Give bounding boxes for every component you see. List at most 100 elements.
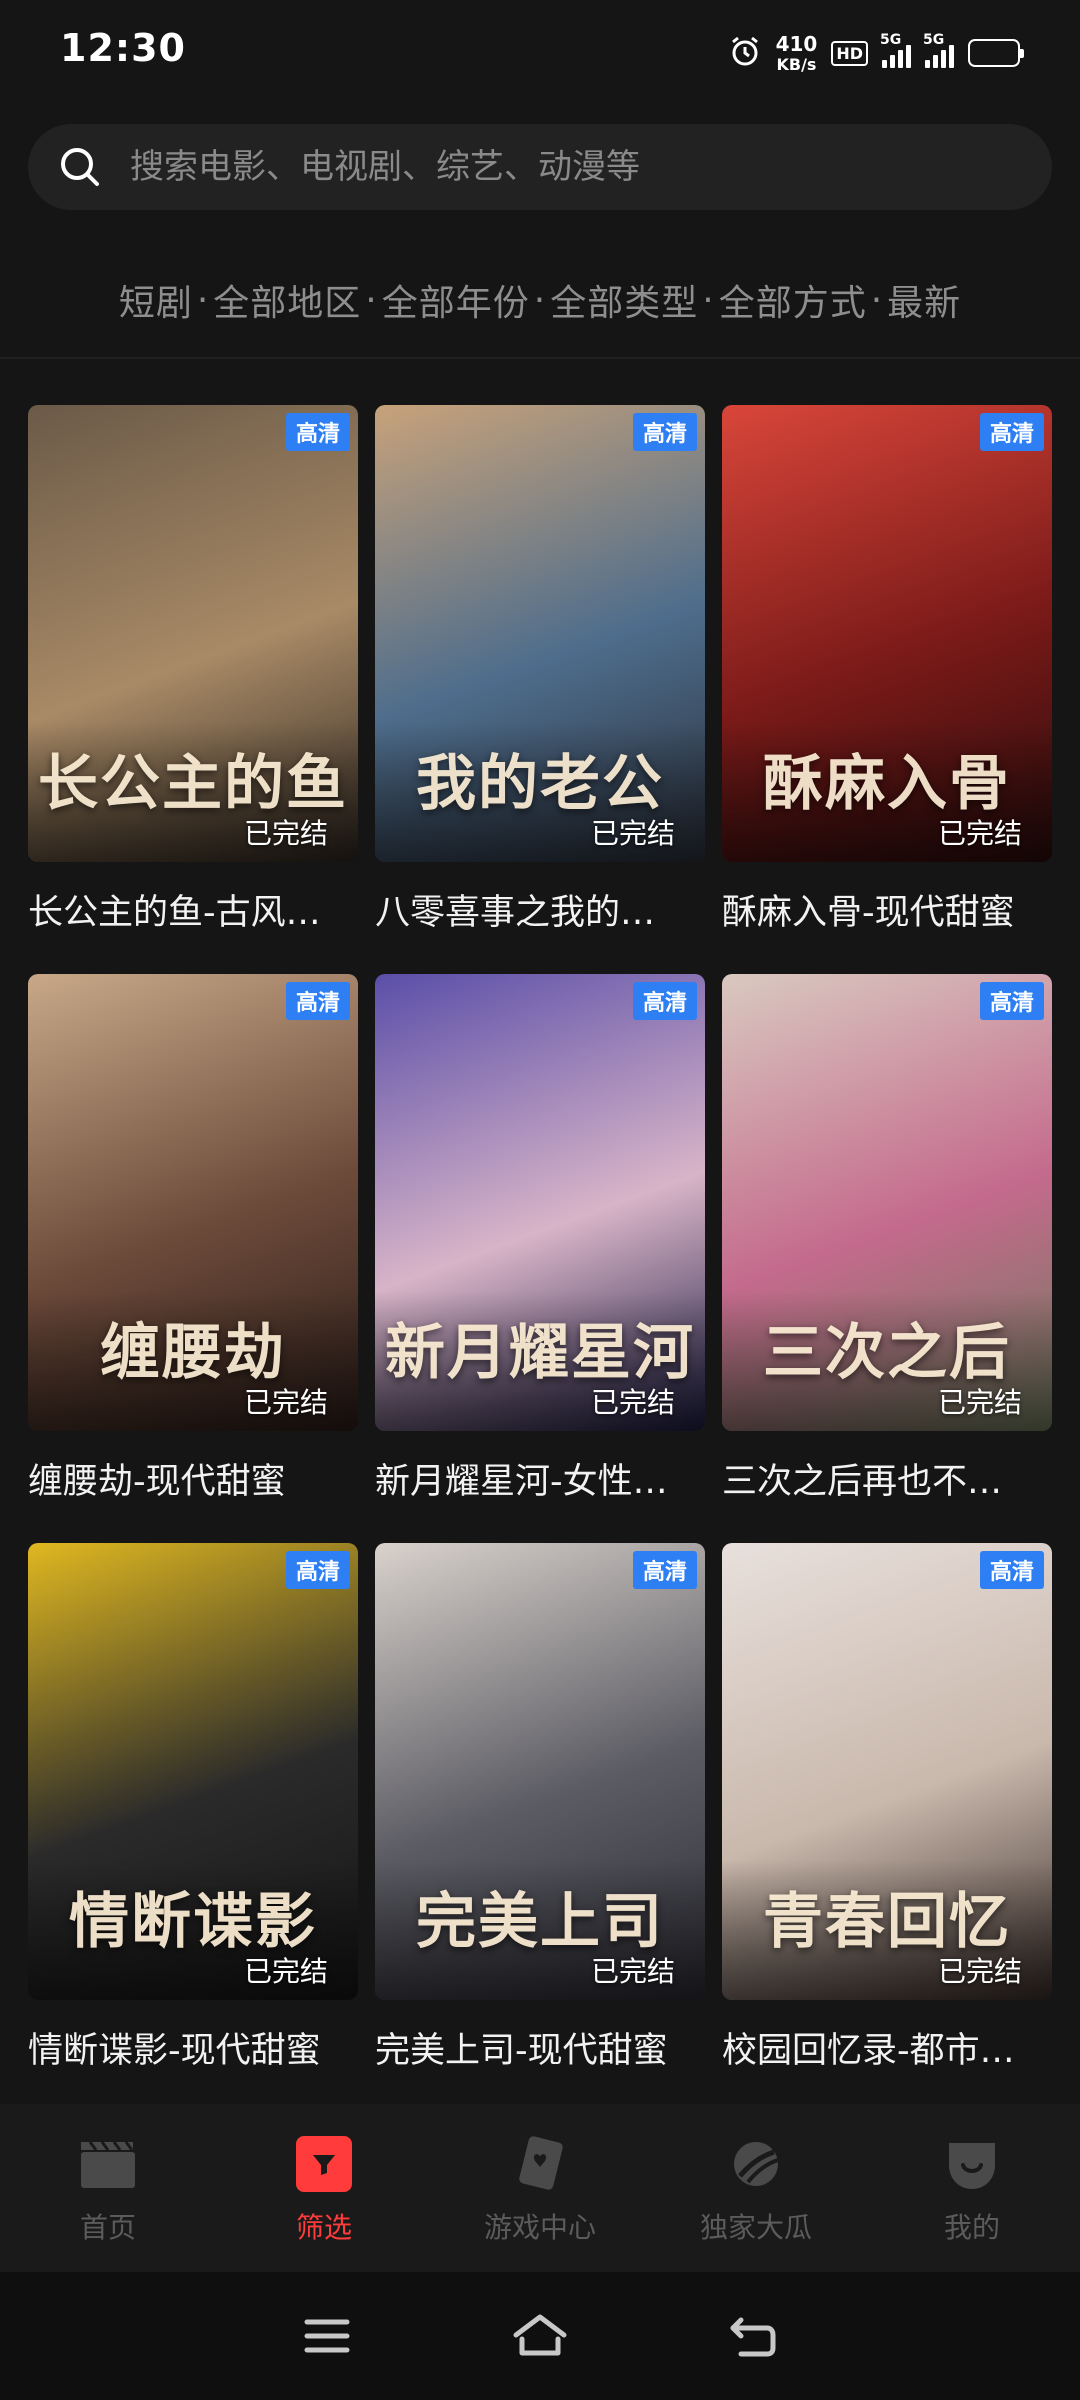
filter-separator: · bbox=[365, 279, 378, 321]
card-title[interactable]: 八零喜事之我的… bbox=[375, 884, 705, 935]
poster-title-art: 长公主的鱼 bbox=[38, 749, 348, 819]
poster-image[interactable]: 缠腰劫 高清 已完结 bbox=[28, 974, 358, 1431]
drama-card[interactable]: 情断谍影 高清 已完结 情断谍影-现代甜蜜 bbox=[28, 1543, 358, 2071]
nav-label: 筛选 bbox=[295, 2211, 352, 2244]
signal-icon-sim2: 5G bbox=[923, 32, 954, 68]
nav-exclusive-gossip[interactable]: 独家大瓜 bbox=[648, 2104, 864, 2272]
drama-card[interactable]: 三次之后 高清 已完结 三次之后再也不… bbox=[722, 974, 1052, 1502]
filter-bar: 短剧 · 全部地区 · 全部年份 · 全部类型 · 全部方式 · 最新 bbox=[0, 260, 1080, 340]
card-title[interactable]: 情断谍影-现代甜蜜 bbox=[28, 2022, 358, 2073]
system-nav-bar bbox=[0, 2272, 1080, 2400]
drama-grid: 长公主的鱼 高清 已完结 长公主的鱼-古风… 我的老公 高清 已完结 八零喜事之… bbox=[28, 405, 1052, 2071]
net-speed: 410 KB/s bbox=[776, 34, 818, 73]
filter-icon bbox=[294, 2134, 354, 2194]
poster-title-art: 三次之后 bbox=[763, 1318, 1011, 1388]
divider bbox=[0, 357, 1080, 359]
poster-title-art: 情断谍影 bbox=[69, 1887, 317, 1957]
poster-image[interactable]: 情断谍影 高清 已完结 bbox=[28, 1543, 358, 2000]
battery-icon bbox=[968, 39, 1024, 67]
nav-home[interactable]: 首页 bbox=[0, 2104, 216, 2272]
planet-icon bbox=[726, 2134, 786, 2194]
nav-label: 独家大瓜 bbox=[699, 2211, 812, 2244]
card-title[interactable]: 长公主的鱼-古风… bbox=[28, 884, 358, 935]
profile-icon bbox=[942, 2134, 1002, 2194]
poster-title-art: 缠腰劫 bbox=[100, 1318, 286, 1388]
poster-title-art: 新月耀星河 bbox=[385, 1318, 695, 1388]
hd-badge: 高清 bbox=[285, 982, 350, 1020]
hd-badge: 高清 bbox=[285, 413, 350, 451]
card-title[interactable]: 完美上司-现代甜蜜 bbox=[375, 2022, 705, 2073]
status-bar: 12:30 410 KB/s HD 5G 5G bbox=[0, 0, 1080, 110]
signal-icon-sim1: 5G bbox=[880, 32, 911, 68]
poster-title-art: 我的老公 bbox=[416, 749, 664, 819]
poster-title-art: 酥麻入骨 bbox=[763, 749, 1011, 819]
sim1-network-label: 5G bbox=[880, 32, 902, 48]
card-title[interactable]: 校园回忆录-都市… bbox=[722, 2022, 1052, 2073]
hd-badge: 高清 bbox=[979, 982, 1044, 1020]
filter-category[interactable]: 短剧 bbox=[119, 274, 193, 326]
drama-card[interactable]: 酥麻入骨 高清 已完结 酥麻入骨-现代甜蜜 bbox=[722, 405, 1052, 933]
hd-badge: 高清 bbox=[632, 982, 697, 1020]
drama-card[interactable]: 青春回忆 高清 已完结 校园回忆录-都市… bbox=[722, 1543, 1052, 2071]
filter-sort[interactable]: 最新 bbox=[887, 274, 961, 326]
filter-separator: · bbox=[196, 279, 210, 321]
card-title[interactable]: 三次之后再也不… bbox=[722, 1453, 1052, 1504]
status-badge: 已完结 bbox=[590, 817, 675, 850]
filter-separator: · bbox=[702, 279, 715, 321]
filter-separator: · bbox=[870, 279, 884, 321]
back-icon[interactable] bbox=[723, 2306, 783, 2366]
status-badge: 已完结 bbox=[937, 1386, 1022, 1419]
poster-image[interactable]: 三次之后 高清 已完结 bbox=[722, 974, 1052, 1431]
clapperboard-icon bbox=[78, 2134, 138, 2194]
poster-image[interactable]: 我的老公 高清 已完结 bbox=[375, 405, 705, 862]
search-input[interactable] bbox=[130, 147, 1010, 187]
poster-image[interactable]: 青春回忆 高清 已完结 bbox=[722, 1543, 1052, 2000]
drama-card[interactable]: 完美上司 高清 已完结 完美上司-现代甜蜜 bbox=[375, 1543, 705, 2071]
poster-image[interactable]: 长公主的鱼 高清 已完结 bbox=[28, 405, 358, 862]
nav-profile[interactable]: 我的 bbox=[864, 2104, 1080, 2272]
hd-badge: 高清 bbox=[632, 1551, 697, 1589]
sim2-network-label: 5G bbox=[923, 32, 945, 48]
search-icon bbox=[58, 145, 102, 189]
filter-separator: · bbox=[533, 279, 547, 321]
poster-image[interactable]: 新月耀星河 高清 已完结 bbox=[375, 974, 705, 1431]
filter-type[interactable]: 全部类型 bbox=[550, 274, 698, 326]
status-badge: 已完结 bbox=[243, 1955, 328, 1988]
bottom-nav: 首页 筛选 游戏中心 独家大瓜 我的 bbox=[0, 2104, 1080, 2272]
hd-badge: 高清 bbox=[979, 1551, 1044, 1589]
drama-card[interactable]: 新月耀星河 高清 已完结 新月耀星河-女性… bbox=[375, 974, 705, 1502]
poster-title-art: 青春回忆 bbox=[763, 1887, 1011, 1957]
poster-image[interactable]: 酥麻入骨 高清 已完结 bbox=[722, 405, 1052, 862]
hd-badge: 高清 bbox=[979, 413, 1044, 451]
drama-card[interactable]: 我的老公 高清 已完结 八零喜事之我的… bbox=[375, 405, 705, 933]
filter-year[interactable]: 全部年份 bbox=[382, 274, 530, 326]
nav-label: 游戏中心 bbox=[483, 2211, 596, 2244]
alarm-icon bbox=[728, 34, 762, 72]
nav-label: 首页 bbox=[79, 2211, 136, 2244]
menu-icon[interactable] bbox=[297, 2306, 357, 2366]
card-title[interactable]: 缠腰劫-现代甜蜜 bbox=[28, 1453, 358, 1504]
home-icon[interactable] bbox=[510, 2306, 570, 2366]
drama-card[interactable]: 缠腰劫 高清 已完结 缠腰劫-现代甜蜜 bbox=[28, 974, 358, 1502]
net-speed-value: 410 bbox=[775, 31, 818, 56]
status-icons: 410 KB/s HD 5G 5G bbox=[728, 28, 1024, 78]
drama-card[interactable]: 长公主的鱼 高清 已完结 长公主的鱼-古风… bbox=[28, 405, 358, 933]
status-time: 12:30 bbox=[60, 26, 186, 70]
search-bar[interactable] bbox=[28, 124, 1052, 210]
hd-voice-icon: HD bbox=[831, 40, 868, 66]
card-title[interactable]: 酥麻入骨-现代甜蜜 bbox=[722, 884, 1052, 935]
status-badge: 已完结 bbox=[937, 817, 1022, 850]
poster-image[interactable]: 完美上司 高清 已完结 bbox=[375, 1543, 705, 2000]
cards-icon bbox=[510, 2134, 570, 2194]
filter-region[interactable]: 全部地区 bbox=[213, 274, 361, 326]
filter-method[interactable]: 全部方式 bbox=[719, 274, 867, 326]
hd-badge: 高清 bbox=[632, 413, 697, 451]
net-speed-unit: KB/s bbox=[776, 54, 817, 74]
hd-badge: 高清 bbox=[285, 1551, 350, 1589]
status-badge: 已完结 bbox=[243, 1386, 328, 1419]
status-badge: 已完结 bbox=[243, 817, 328, 850]
card-title[interactable]: 新月耀星河-女性… bbox=[375, 1453, 705, 1504]
status-badge: 已完结 bbox=[590, 1955, 675, 1988]
nav-filter[interactable]: 筛选 bbox=[216, 2104, 432, 2272]
nav-game-center[interactable]: 游戏中心 bbox=[432, 2104, 648, 2272]
